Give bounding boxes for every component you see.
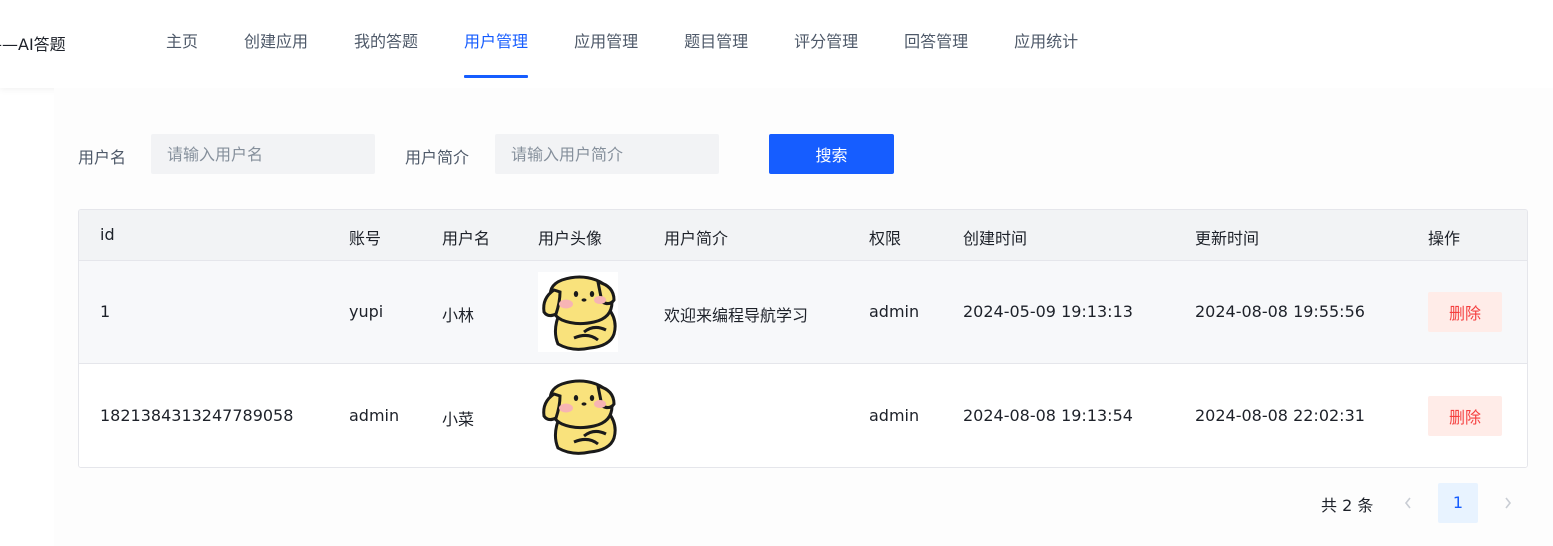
yellow-puppy-avatar-icon (538, 272, 618, 352)
pagination-page-current[interactable]: 1 (1438, 483, 1478, 523)
chevron-left-icon[interactable] (1396, 483, 1420, 523)
profile-search-input[interactable] (495, 134, 719, 174)
pagination-total: 共 2 条 (1321, 496, 1374, 515)
profile-label: 用户简介 (405, 148, 470, 167)
cell-role: admin (869, 302, 920, 321)
app-brand[interactable]: ——AI答题 (0, 31, 66, 55)
nav-item-answer-management[interactable]: 回答管理 (881, 0, 991, 88)
delete-button[interactable]: 删除 (1428, 292, 1502, 332)
nav-item-app-statistics[interactable]: 应用统计 (991, 0, 1101, 88)
chevron-right-icon[interactable] (1496, 483, 1520, 523)
col-header-avatar: 用户头像 (538, 229, 603, 248)
col-header-account: 账号 (349, 229, 382, 248)
cell-account: yupi (349, 302, 384, 321)
cell-updated: 2024-08-08 19:55:56 (1195, 302, 1365, 321)
cell-username: 小林 (442, 306, 475, 325)
cell-account: admin (349, 406, 400, 425)
delete-button[interactable]: 删除 (1428, 396, 1502, 436)
cell-role: admin (869, 406, 920, 425)
cell-updated: 2024-08-08 22:02:31 (1195, 406, 1365, 425)
nav-item-user-management[interactable]: 用户管理 (441, 0, 551, 88)
username-search-input[interactable] (151, 134, 375, 174)
main-nav: 主页 创建应用 我的答题 用户管理 应用管理 题目管理 评分管理 回答管理 应用… (143, 0, 1101, 88)
cell-created: 2024-05-09 19:13:13 (963, 302, 1133, 321)
nav-item-create-app[interactable]: 创建应用 (221, 0, 331, 88)
col-header-created: 创建时间 (963, 229, 1028, 248)
nav-item-home[interactable]: 主页 (143, 0, 221, 88)
cell-profile: 欢迎来编程导航学习 (664, 306, 809, 325)
col-header-role: 权限 (869, 229, 902, 248)
col-header-updated: 更新时间 (1195, 229, 1260, 248)
table-header: id 账号 用户名 用户头像 用户简介 权限 创建时间 更新时间 操作 (79, 210, 1527, 261)
cell-created: 2024-08-08 19:13:54 (963, 406, 1133, 425)
top-header: ——AI答题 主页 创建应用 我的答题 用户管理 应用管理 题目管理 评分管理 … (0, 0, 1553, 88)
user-table: id 账号 用户名 用户头像 用户简介 权限 创建时间 更新时间 操作 1 yu… (78, 209, 1528, 468)
search-button[interactable]: 搜索 (769, 134, 894, 174)
table-row: 1821384313247789058 admin 小菜 admin 2024-… (79, 365, 1527, 467)
nav-item-app-management[interactable]: 应用管理 (551, 0, 661, 88)
cell-id: 1 (100, 302, 111, 321)
cell-username: 小菜 (442, 410, 475, 429)
col-header-action: 操作 (1428, 229, 1461, 248)
yellow-puppy-avatar-icon (538, 376, 618, 456)
username-label: 用户名 (78, 148, 127, 167)
col-header-username: 用户名 (442, 229, 491, 248)
nav-item-scoring-management[interactable]: 评分管理 (771, 0, 881, 88)
col-header-profile: 用户简介 (664, 229, 729, 248)
table-row: 1 yupi 小林 欢迎来编程导航学习 admin 2024-05-09 19:… (79, 261, 1527, 364)
nav-item-my-answers[interactable]: 我的答题 (331, 0, 441, 88)
cell-id: 1821384313247789058 (100, 406, 294, 425)
nav-item-question-management[interactable]: 题目管理 (661, 0, 771, 88)
col-header-id: id (100, 225, 115, 244)
